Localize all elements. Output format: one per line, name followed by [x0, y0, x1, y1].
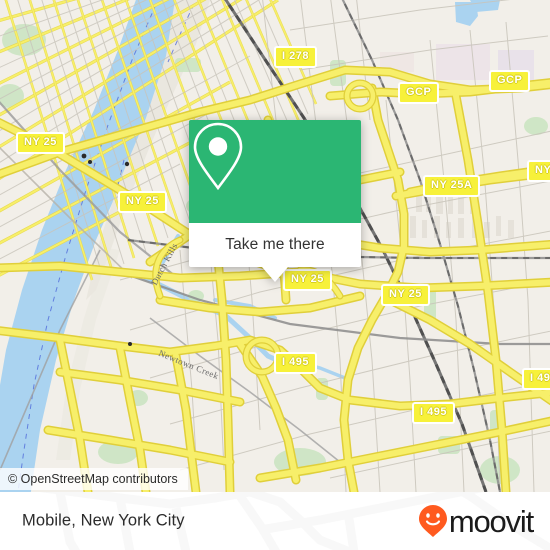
- moovit-smiley-pin-icon: [418, 505, 447, 537]
- shield-gcp-1: GCP: [398, 82, 440, 104]
- shield-gcp-2: GCP: [489, 70, 531, 92]
- shield-i495-1: I 495: [274, 352, 317, 374]
- attribution-text: © OpenStreetMap contributors: [8, 472, 178, 486]
- take-me-there-label: Take me there: [225, 236, 325, 253]
- take-me-there-button[interactable]: Take me there: [189, 223, 361, 267]
- moovit-logo[interactable]: moovit: [418, 503, 534, 539]
- shield-ny25-4: NY 25: [381, 284, 430, 306]
- footer-bar: Mobile, New York City moovit: [0, 492, 550, 550]
- shield-ny25a: NY 25A: [423, 175, 481, 197]
- shield-ny25-3: NY 25: [283, 269, 332, 291]
- shield-i495-2: I 495: [522, 368, 550, 390]
- shield-ny25-2: NY 25: [118, 191, 167, 213]
- shield-i278: I 278: [274, 46, 317, 68]
- map-attribution[interactable]: © OpenStreetMap contributors: [0, 468, 188, 490]
- moovit-wordmark: moovit: [448, 503, 534, 539]
- popup-pin-area: [189, 120, 361, 223]
- map-pin-icon: [193, 122, 243, 191]
- destination-popup-card[interactable]: Take me there: [189, 120, 361, 282]
- page-title: Mobile, New York City: [22, 511, 185, 530]
- popup-pointer: [262, 267, 288, 282]
- map-canvas[interactable]: I 278 GCP GCP NY 25 NY 25 NY 25A NY NY 2…: [0, 0, 550, 492]
- shield-ny-edge: NY: [527, 160, 550, 182]
- shield-i495-3: I 495: [412, 402, 455, 424]
- moovit-map-screen: I 278 GCP GCP NY 25 NY 25 NY 25A NY NY 2…: [0, 0, 550, 550]
- shield-ny25-1: NY 25: [16, 132, 65, 154]
